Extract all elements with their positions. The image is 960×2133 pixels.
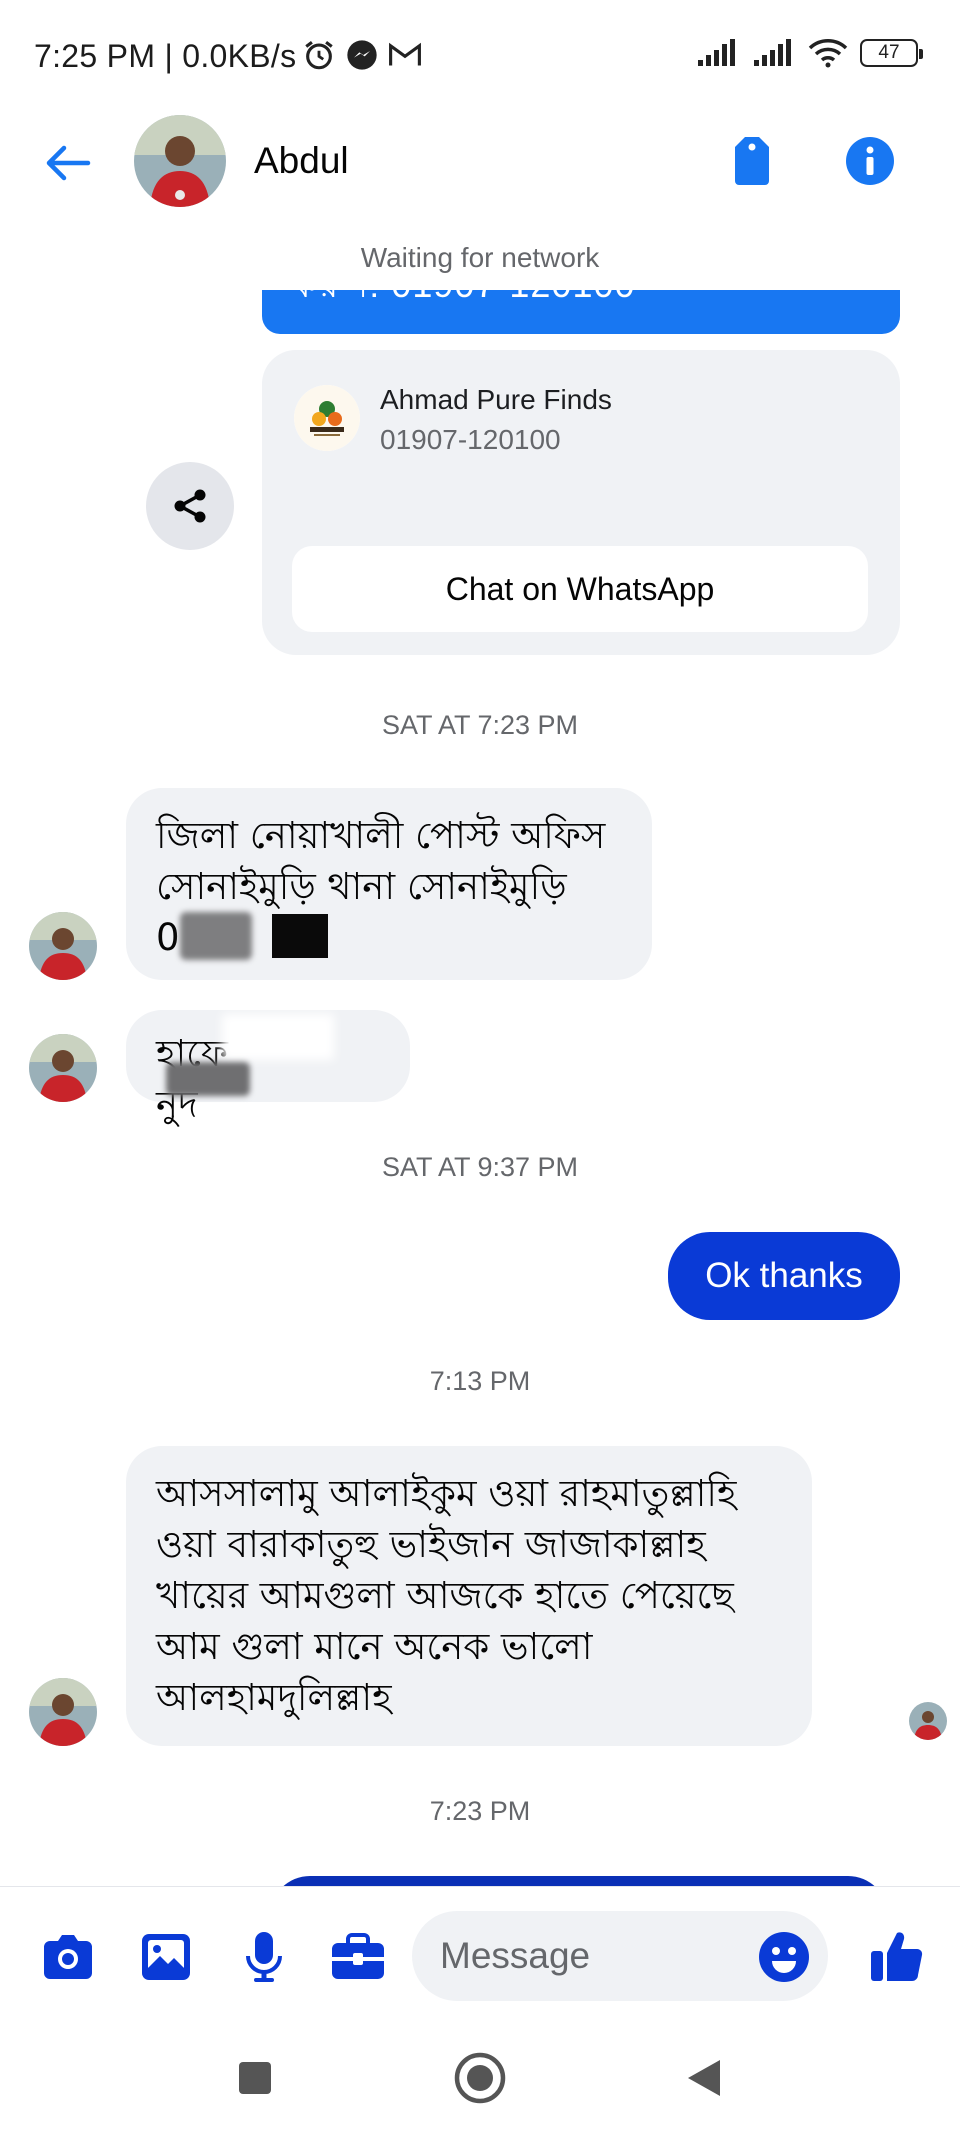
outgoing-message[interactable]: Ok thanks	[668, 1232, 900, 1320]
conversation-header: Abdul	[0, 115, 960, 245]
business-logo	[294, 385, 360, 451]
recents-button[interactable]	[225, 2048, 285, 2108]
message-line: আসসালামু আলাইকুম ওয়া রাহমাতুল্লাহি	[156, 1472, 737, 1515]
network-status: Waiting for network	[360, 242, 600, 273]
incoming-message[interactable]: আসসালামু আলাইকুম ওয়া রাহমাতুল্লাহি ওয়া…	[126, 1446, 812, 1746]
image-icon	[142, 1934, 190, 1980]
battery-icon: 47	[860, 39, 923, 67]
info-button[interactable]	[840, 131, 900, 191]
redaction-blur	[180, 912, 252, 960]
redaction-blur	[166, 1062, 250, 1096]
emoji-button[interactable]	[756, 1929, 812, 1985]
microphone-icon	[246, 1932, 282, 1982]
message-line: ওয়া বারাকাতুহু ভাইজান জাজাকাল্লাহ	[156, 1523, 706, 1566]
tools-button[interactable]	[328, 1927, 388, 1987]
timestamp: SAT AT 7:23 PM	[381, 710, 579, 740]
back-nav-button[interactable]	[674, 2048, 734, 2108]
timestamp: 7:23 PM	[429, 1796, 531, 1826]
outgoing-message-partial-text: করুন: 01907-120100	[292, 290, 636, 318]
sender-avatar[interactable]	[29, 1034, 97, 1102]
home-button[interactable]	[450, 2048, 510, 2108]
wifi-icon	[808, 39, 848, 68]
status-bar: 7:25 PM | 0.0KB/s 47	[0, 0, 960, 115]
message-line: সোনাইমুড়ি থানা সোনাইমুড়ি	[156, 865, 567, 908]
message-line: খায়ের আমগুলা আজকে হাতে পেয়েছে	[156, 1574, 734, 1617]
signal-icon-2	[754, 39, 791, 66]
timestamp: SAT AT 9:37 PM	[381, 1152, 579, 1182]
whatsapp-contact-card[interactable]: Ahmad Pure Finds 01907-120100 Chat on Wh…	[262, 350, 900, 655]
home-icon	[454, 2052, 506, 2104]
message-list[interactable]: করুন: 01907-120100 Ahmad Pure Finds 0190…	[0, 290, 960, 1886]
chat-on-whatsapp-button[interactable]: Chat on WhatsApp	[292, 546, 868, 632]
redaction-blur	[222, 1014, 334, 1060]
incoming-message[interactable]: হাফেনুদ	[126, 1010, 410, 1126]
incoming-message[interactable]: জিলা নোয়াখালী পোস্ট অফিস সোনাইমুড়ি থান…	[126, 788, 652, 980]
message-line: জিলা নোয়াখালী পোস্ট অফিস	[156, 814, 606, 857]
emoji-icon	[759, 1932, 809, 1982]
share-icon	[174, 489, 206, 523]
briefcase-icon	[332, 1933, 384, 1979]
tag-icon	[735, 137, 769, 185]
message-line: আম গুলা মানে অনেক ভালো	[156, 1625, 593, 1668]
voice-button[interactable]	[234, 1927, 294, 1987]
card-title: Ahmad Pure Finds	[380, 384, 612, 415]
gallery-button[interactable]	[136, 1927, 196, 1987]
info-icon	[846, 137, 894, 185]
tag-button[interactable]	[722, 131, 782, 191]
status-time: 7:25 PM | 0.0KB/s	[34, 38, 297, 74]
contact-avatar[interactable]	[134, 115, 226, 207]
contact-name[interactable]: Abdul	[254, 140, 349, 182]
back-button[interactable]	[40, 135, 96, 191]
messenger-notification-icon	[347, 40, 377, 70]
outgoing-message-partial[interactable]	[270, 1876, 888, 1886]
share-button[interactable]	[146, 462, 234, 550]
sender-avatar[interactable]	[29, 912, 97, 980]
camera-icon	[44, 1935, 92, 1979]
system-navigation-bar	[0, 2026, 960, 2133]
gmail-notification-icon	[389, 42, 421, 66]
message-line: আলহামদুলিল্লাহ	[156, 1676, 392, 1719]
message-composer	[0, 1886, 960, 2026]
redaction-box	[272, 914, 328, 958]
sender-avatar[interactable]	[29, 1678, 97, 1746]
status-system-icons: 47	[696, 38, 923, 68]
read-receipt-avatar	[909, 1702, 947, 1740]
back-arrow-icon	[46, 145, 91, 181]
back-nav-icon	[688, 2060, 720, 2096]
signal-icon	[698, 39, 735, 66]
recents-icon	[239, 2062, 271, 2094]
thumbs-up-icon	[871, 1932, 923, 1981]
timestamp: 7:13 PM	[429, 1366, 531, 1396]
card-phone-number: 01907-120100	[380, 424, 561, 455]
camera-button[interactable]	[38, 1927, 98, 1987]
like-button[interactable]	[866, 1925, 928, 1987]
status-notification-icons	[302, 38, 422, 72]
outgoing-message-partial[interactable]: করুন: 01907-120100	[262, 290, 900, 334]
alarm-icon	[305, 41, 333, 70]
